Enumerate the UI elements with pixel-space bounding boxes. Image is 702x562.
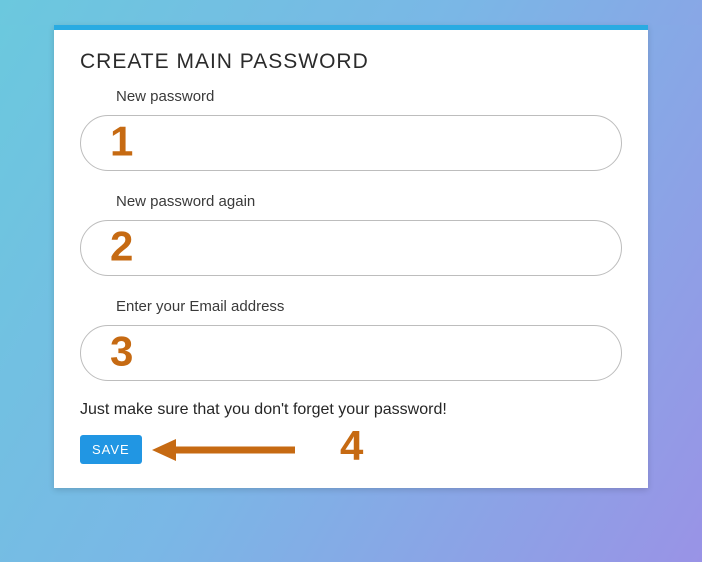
page-title: CREATE MAIN PASSWORD [80,50,622,74]
new-password-label: New password [116,88,622,105]
new-password-again-input[interactable] [80,220,622,276]
annotation-arrow-4: 4 [150,429,363,471]
password-note: Just make sure that you don't forget you… [80,401,622,419]
new-password-input[interactable] [80,115,622,171]
arrow-left-icon [150,435,300,465]
create-password-card: CREATE MAIN PASSWORD New password 1 New … [54,25,648,488]
email-label: Enter your Email address [116,298,622,315]
new-password-again-wrap: 2 [80,220,622,276]
save-button[interactable]: SAVE [80,435,142,464]
new-password-wrap: 1 [80,115,622,171]
email-input[interactable] [80,325,622,381]
email-wrap: 3 [80,325,622,381]
new-password-again-label: New password again [116,193,622,210]
save-row: SAVE 4 [80,435,622,464]
annotation-number-4: 4 [340,425,363,467]
